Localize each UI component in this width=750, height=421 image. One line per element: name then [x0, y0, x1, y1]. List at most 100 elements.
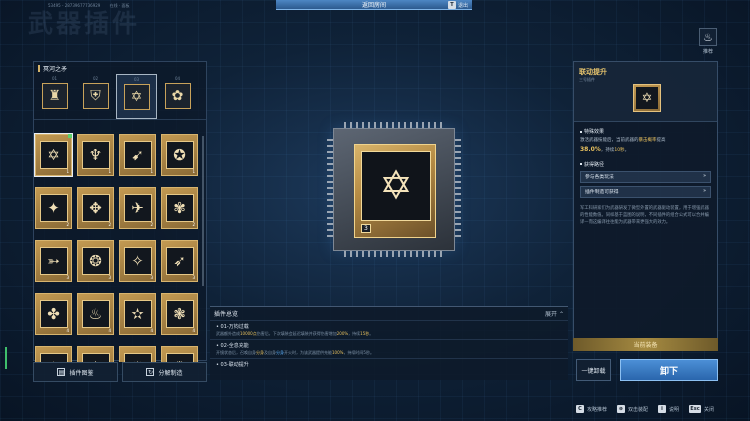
chip-pins — [344, 251, 446, 257]
plugin-level: 2 — [192, 222, 195, 227]
plugin-cell[interactable]: ✦ 2 — [35, 187, 72, 229]
plugin-icon: ♆ — [81, 141, 110, 169]
plugin-catalog-button[interactable]: ▤ 插件图鉴 — [33, 362, 118, 382]
page-title: 武器插件 — [28, 9, 141, 38]
plugin-icon: ✤ — [39, 300, 68, 328]
plugin-cell[interactable]: ❃ 4 — [161, 293, 198, 335]
chip-slot-number: 3 — [361, 224, 371, 233]
double-chevron-icon: » — [703, 174, 706, 180]
tab-slot-03[interactable]: 03 ✡ — [116, 74, 157, 119]
summary-item[interactable]: • 03-联动提升 — [210, 358, 568, 370]
plugin-icon: ♨ — [81, 300, 110, 328]
grid-scrollbar[interactable] — [202, 136, 204, 286]
plugin-cell[interactable]: ➹ 1 — [119, 134, 156, 176]
exit-hint[interactable]: T 退出 — [447, 1, 468, 9]
plugin-level: 1 — [192, 169, 195, 174]
plugin-cell[interactable]: ✧ 3 — [119, 240, 156, 282]
key-icon: Esc — [688, 405, 701, 413]
shield-emblem-icon: ⛨ — [82, 83, 109, 109]
unequip-all-button[interactable]: 一键卸载 — [576, 359, 611, 381]
return-room-bar[interactable]: 返回房间 T 退出 — [276, 0, 472, 10]
plugin-icon: ✪ — [165, 141, 194, 169]
tab-slot-04[interactable]: 04 ✿ — [157, 74, 198, 119]
flower-gear-icon: ✿ — [164, 83, 191, 109]
key-hint[interactable]: Esc 关闭 — [688, 405, 714, 413]
plugin-icon: ✧ — [123, 247, 152, 275]
plugin-level: 2 — [150, 222, 153, 227]
plugin-icon: ✥ — [81, 194, 110, 222]
expand-toggle[interactable]: 展开 ⌃ — [545, 309, 564, 318]
plugin-cell[interactable]: ✈ 2 — [119, 187, 156, 229]
flame-icon: ♨ — [699, 28, 717, 46]
plugin-cell[interactable]: ✤ 4 — [35, 293, 72, 335]
slot-tabs: 01 ♜ 02 ⛨ 03 ✡ 04 ✿ — [34, 74, 206, 120]
summary-item[interactable]: • 01-万钧过载 武器额外造成10000点伤害后，下次填装会延迟填装并获得伤害… — [210, 320, 568, 339]
unload-button[interactable]: 卸下 — [620, 359, 718, 381]
plugin-cell[interactable]: ♨ 4 — [77, 293, 114, 335]
source-entry[interactable]: 参与各类玩法 » — [580, 170, 711, 183]
key-hint[interactable]: ⊕ 双击装配 — [616, 405, 648, 413]
plugin-level: 2 — [108, 222, 111, 227]
key-icon: i — [657, 405, 666, 413]
plugin-lore: 军工科研家们为武器研发了微型外置的武器驱动装置，用于增强武器的性能数值。同样基于… — [580, 205, 709, 225]
plugin-icon: ✺ — [165, 353, 194, 362]
plugin-catalog-label: 插件图鉴 — [69, 369, 94, 377]
plugin-cell[interactable]: ➳ 3 — [35, 240, 72, 282]
plugin-grid: ✡ 1 ♆ 1 ➹ 1 ✪ 1 ✦ 2 ✥ 2 ✈ 2 ✾ 2 ➳ 3 ❂ 3 ✧ 3 ➶ 3 ✤ 4 ♨… — [34, 132, 202, 362]
tab-number: 01 — [51, 76, 58, 81]
plugin-level: 3 — [108, 275, 111, 280]
plugin-icon: ✶ — [39, 353, 68, 362]
detail-plugin-icon: ✡ — [633, 84, 661, 112]
detail-title: 联动提升 — [579, 68, 607, 76]
dismantle-button[interactable]: ↻ 分解制造 — [122, 362, 207, 382]
plugin-icon: ➶ — [165, 247, 194, 275]
tab-slot-01[interactable]: 01 ♜ — [34, 74, 75, 119]
recommend-button[interactable]: ♨ 推荐 — [698, 28, 718, 58]
plugin-cell[interactable]: ✸ 5 — [77, 346, 114, 362]
hexagram-icon: ✡ — [636, 87, 658, 109]
plugin-summary: 插件总览 展开 ⌃ • 01-万钧过载 武器额外造成10000点伤害后，下次填装… — [210, 306, 568, 380]
plugin-cell[interactable]: ✺ 5 — [161, 346, 198, 362]
plugin-cell[interactable]: ✹ 5 — [119, 346, 156, 362]
tab-slot-02[interactable]: 02 ⛨ — [75, 74, 116, 119]
key-hint[interactable]: i 说明 — [657, 405, 679, 413]
plugin-icon: ✦ — [39, 194, 68, 222]
plugin-level: 4 — [66, 328, 69, 333]
header-marker — [38, 64, 40, 72]
plugin-icon: ✫ — [123, 300, 152, 328]
source-label: 参与各类玩法 — [585, 175, 614, 181]
double-chevron-icon: » — [703, 189, 706, 195]
plugin-detail-panel: 联动提升 三号插件 ✡ 特殊效果 激活武器技能后，当前武器的暴击概率提高 38.… — [573, 61, 718, 351]
plugin-level: 4 — [150, 328, 153, 333]
chip-pins — [455, 139, 461, 241]
plugin-cell[interactable]: ✾ 2 — [161, 187, 198, 229]
source-entry[interactable]: 插件制造可获得 » — [580, 185, 711, 198]
return-room-label: 返回房间 — [361, 2, 386, 9]
weapon-name: 冥河之矛 — [43, 65, 68, 73]
plugin-level: 4 — [108, 328, 111, 333]
plugin-cell[interactable]: ✫ 4 — [119, 293, 156, 335]
plugin-cell[interactable]: ➶ 3 — [161, 240, 198, 282]
summary-header: 插件总览 展开 ⌃ — [210, 307, 568, 320]
plugin-level: 3 — [66, 275, 69, 280]
plugin-cell[interactable]: ♆ 1 — [77, 134, 114, 176]
plugin-level: 1 — [66, 169, 69, 174]
plugin-cell[interactable]: ✪ 1 — [161, 134, 198, 176]
plugin-icon: ❂ — [81, 247, 110, 275]
plugin-cell[interactable]: ✡ 1 — [34, 133, 73, 177]
plugin-level: 2 — [66, 222, 69, 227]
special-effect-section: 特殊效果 激活武器技能后，当前武器的暴击概率提高 38.0%，持续10秒。 — [574, 128, 717, 155]
book-icon: ▤ — [57, 368, 66, 376]
plugin-level: 4 — [192, 328, 195, 333]
summary-item[interactable]: • 02-全息充能 开镜状态后，召唤自身分身及自身分身开火时，为该武器提供充能1… — [210, 339, 568, 358]
plugin-cell[interactable]: ✥ 2 — [77, 187, 114, 229]
plugin-cell[interactable]: ❂ 3 — [77, 240, 114, 282]
key-hint-label: 关闭 — [703, 406, 714, 413]
exit-key: T — [447, 1, 456, 9]
hexagram-icon: ✡ — [361, 151, 431, 221]
chip-pins — [327, 139, 333, 241]
recommend-label: 推荐 — [702, 49, 713, 55]
plugin-cell[interactable]: ✶ 5 — [35, 346, 72, 362]
key-hint[interactable]: C 攻略推荐 — [575, 405, 607, 413]
effect-description: 激活武器技能后，当前武器的暴击概率提高 38.0%，持续10秒。 — [580, 138, 666, 153]
